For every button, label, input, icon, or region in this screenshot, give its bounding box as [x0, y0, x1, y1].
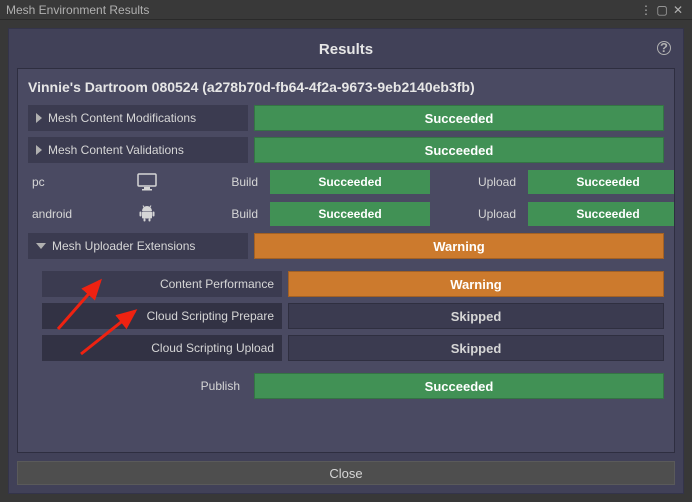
chevron-down-icon	[36, 243, 46, 249]
status-badge: Warning	[288, 271, 664, 297]
help-icon[interactable]: ?	[657, 41, 671, 55]
project-title: Vinnie's Dartroom 080524 (a278b70d-fb64-…	[28, 79, 664, 95]
sub-content-performance[interactable]: Content Performance Warning	[42, 271, 664, 297]
platform-row-android: android Build Succeeded Upload Succeeded	[28, 201, 664, 227]
close-button[interactable]: Close	[17, 461, 675, 485]
status-badge: Succeeded	[254, 105, 664, 131]
section-label: Mesh Content Validations	[28, 137, 248, 163]
upload-label: Upload	[434, 175, 524, 189]
results-heading-row: Results ?	[17, 41, 675, 58]
window-title: Mesh Environment Results	[6, 3, 149, 17]
sub-label: Cloud Scripting Prepare	[42, 303, 282, 329]
sub-label: Cloud Scripting Upload	[42, 335, 282, 361]
maximize-icon[interactable]: ▢	[654, 3, 670, 17]
sub-label: Content Performance	[42, 271, 282, 297]
label-text: Mesh Uploader Extensions	[52, 239, 195, 253]
results-window: Results ? Vinnie's Dartroom 080524 (a278…	[8, 28, 684, 494]
section-label: Mesh Content Modifications	[28, 105, 248, 131]
close-window-icon[interactable]: ✕	[670, 3, 686, 17]
sub-cloud-scripting-upload: Cloud Scripting Upload Skipped	[42, 335, 664, 361]
menu-dots-icon[interactable]: ⋮	[638, 3, 654, 17]
platform-name: android	[28, 207, 118, 221]
sub-cloud-scripting-prepare: Cloud Scripting Prepare Skipped	[42, 303, 664, 329]
chevron-right-icon	[36, 113, 42, 123]
build-status-badge: Succeeded	[270, 202, 430, 226]
label-text: Mesh Content Modifications	[48, 111, 196, 125]
section-mesh-uploader-extensions[interactable]: Mesh Uploader Extensions Warning	[28, 233, 664, 259]
build-label: Build	[176, 175, 266, 189]
results-heading: Results	[319, 41, 373, 58]
upload-status-badge: Succeeded	[528, 202, 675, 226]
platform-name: pc	[28, 175, 118, 189]
upload-status-badge: Succeeded	[528, 170, 675, 194]
label-text: Mesh Content Validations	[48, 143, 184, 157]
build-status-badge: Succeeded	[270, 170, 430, 194]
status-badge: Succeeded	[254, 137, 664, 163]
section-mesh-content-validations[interactable]: Mesh Content Validations Succeeded	[28, 137, 664, 163]
section-publish: Publish Succeeded	[28, 373, 664, 399]
section-mesh-content-modifications[interactable]: Mesh Content Modifications Succeeded	[28, 105, 664, 131]
status-badge: Warning	[254, 233, 664, 259]
monitor-icon	[122, 173, 172, 191]
upload-label: Upload	[434, 207, 524, 221]
publish-label: Publish	[28, 373, 248, 399]
build-label: Build	[176, 207, 266, 221]
results-panel: Vinnie's Dartroom 080524 (a278b70d-fb64-…	[17, 68, 675, 453]
titlebar: Mesh Environment Results ⋮ ▢ ✕	[0, 0, 692, 20]
android-icon	[122, 205, 172, 223]
platform-row-pc: pc Build Succeeded Upload Succeeded	[28, 169, 664, 195]
status-badge: Skipped	[288, 335, 664, 361]
status-badge: Skipped	[288, 303, 664, 329]
status-badge: Succeeded	[254, 373, 664, 399]
chevron-right-icon	[36, 145, 42, 155]
section-label: Mesh Uploader Extensions	[28, 233, 248, 259]
